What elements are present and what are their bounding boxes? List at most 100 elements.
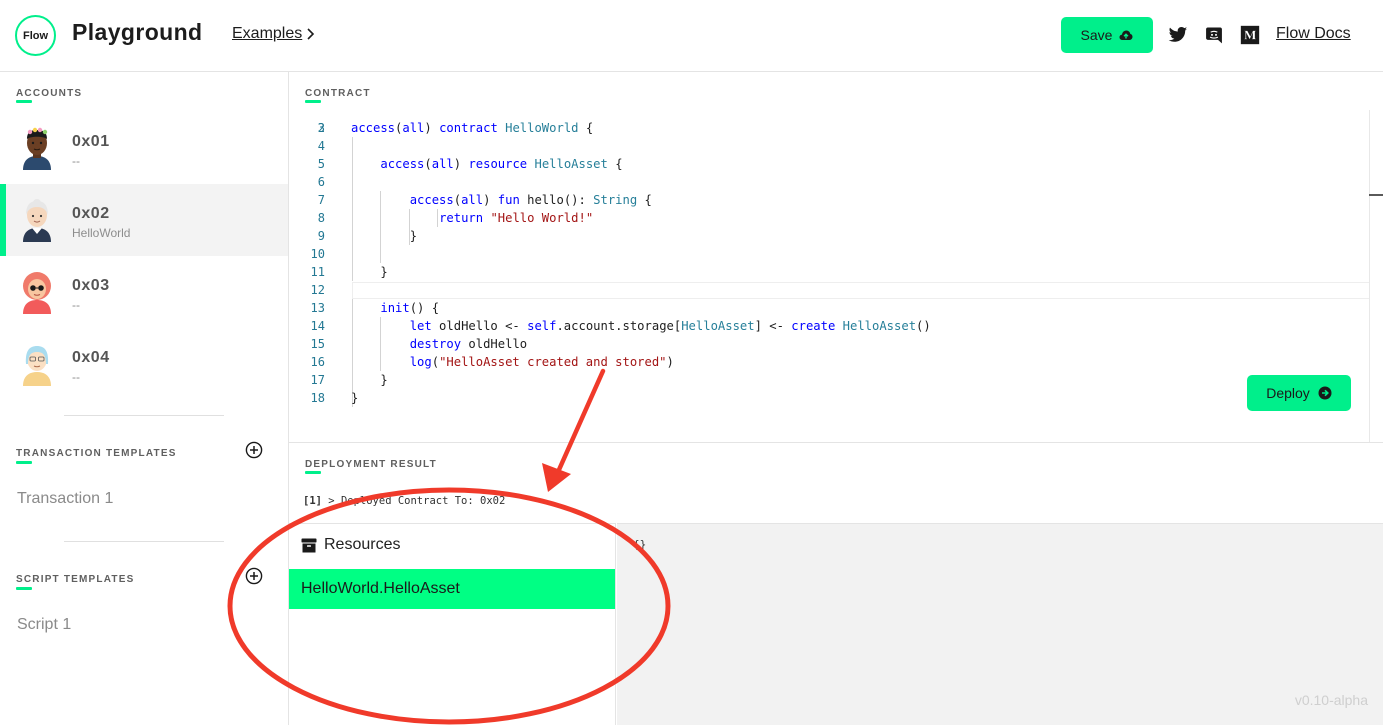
- account-contract: HelloWorld: [72, 226, 131, 240]
- code-line: 12: [289, 281, 1369, 299]
- code-line: 9 }: [289, 227, 1369, 245]
- resources-title: Resources: [324, 536, 401, 553]
- avatar-icon: [23, 272, 51, 314]
- account-address: 0x03: [72, 277, 110, 294]
- selection-indicator: [0, 184, 6, 256]
- add-transaction-icon[interactable]: [245, 441, 263, 459]
- code-line: 7 access(all) fun hello(): String {: [289, 191, 1369, 209]
- avatar-icon: [23, 199, 51, 242]
- code-text: }: [351, 391, 359, 405]
- twitter-icon[interactable]: [1167, 24, 1189, 46]
- code-line: 10: [289, 245, 1369, 263]
- examples-label: Examples: [232, 25, 303, 42]
- code-text: log("HelloAsset created and stored"): [409, 355, 674, 369]
- logo-text: Flow: [22, 29, 49, 42]
- avatar-icon: [23, 127, 51, 170]
- chevron-right-icon: [307, 28, 315, 40]
- code-line: 5 access(all) resource HelloAsset {: [289, 155, 1369, 173]
- code-editor[interactable]: 2 3 access(all) contract HelloWorld { 4 5 a…: [289, 110, 1369, 440]
- account-contract: --: [72, 154, 80, 168]
- top-header: Flow Playground Examples Save Flow Docs: [0, 0, 1383, 72]
- code-text: let oldHello <- self.account.storage[Hel…: [409, 319, 931, 333]
- account-address: 0x04: [72, 349, 110, 366]
- resource-item[interactable]: HelloWorld.HelloAsset: [289, 569, 615, 609]
- code-line: 4: [289, 137, 1369, 155]
- line-number: 18: [310, 391, 325, 405]
- script-templates-label: SCRIPT TEMPLATES: [16, 574, 135, 585]
- resources-panel: Resources HelloWorld.HelloAsset: [289, 523, 616, 725]
- code-text: }: [351, 265, 388, 279]
- resources-header: Resources: [301, 536, 400, 554]
- flow-docs-link[interactable]: Flow Docs: [1276, 25, 1351, 43]
- result-index: [1]: [303, 495, 322, 507]
- medium-icon[interactable]: [1239, 24, 1261, 46]
- line-number: 8: [317, 211, 325, 225]
- accounts-label: ACCOUNTS: [16, 88, 83, 99]
- account-address: 0x01: [72, 133, 110, 150]
- code-text: }: [351, 229, 418, 243]
- code-line: 6: [289, 173, 1369, 191]
- line-number: 16: [310, 355, 325, 369]
- accounts-label-underline: [16, 100, 32, 103]
- storage-value: {}: [633, 538, 647, 551]
- line-number: 7: [317, 193, 325, 207]
- code-text: access(all) resource HelloAsset {: [380, 157, 623, 171]
- code-text: init() {: [380, 301, 440, 315]
- contract-label: CONTRACT: [305, 88, 371, 99]
- account-item-0x03[interactable]: 0x03 --: [0, 256, 288, 328]
- avatar-icon: [23, 346, 51, 386]
- deployment-result-panel: DEPLOYMENT RESULT [1] > Deployed Contrac…: [289, 442, 1383, 523]
- code-line: 14 let oldHello <- self.account.storage[…: [289, 317, 1369, 335]
- line-number: 10: [310, 247, 325, 261]
- deployment-result-underline: [305, 471, 321, 474]
- deployment-result-label: DEPLOYMENT RESULT: [305, 459, 437, 470]
- account-item-0x02[interactable]: 0x02 HelloWorld: [0, 184, 288, 256]
- scrollbar-marker: [1369, 194, 1383, 196]
- editor-scrollbar[interactable]: [1369, 110, 1370, 442]
- line-number: 5: [317, 157, 325, 171]
- account-item-0x01[interactable]: 0x01 --: [0, 112, 288, 184]
- deploy-button[interactable]: Deploy: [1247, 375, 1351, 411]
- save-button[interactable]: Save: [1061, 17, 1153, 53]
- code-line: 15 destroy oldHello: [289, 335, 1369, 353]
- script-template-item[interactable]: Script 1: [17, 616, 71, 634]
- transaction-templates-underline: [16, 461, 32, 464]
- sidebar: ACCOUNTS 0x01 -- 0x02 HelloWorld 0x03 --…: [0, 72, 289, 725]
- transaction-template-item[interactable]: Transaction 1: [17, 490, 113, 508]
- code-text: access(all) fun hello(): String {: [409, 193, 652, 207]
- sidebar-divider: [64, 415, 224, 416]
- line-number: 9: [317, 229, 325, 243]
- code-line: 2: [289, 110, 1369, 135]
- code-line: 11 }: [289, 263, 1369, 281]
- code-line: 16 log("HelloAsset created and stored"): [289, 353, 1369, 371]
- line-number: 6: [317, 175, 325, 189]
- result-message: Deployed Contract To: 0x02: [340, 495, 506, 507]
- version-label: v0.10-alpha: [1294, 692, 1368, 708]
- code-line: 17 }: [289, 371, 1369, 389]
- contract-editor-panel: CONTRACT 2 3 access(all) contract HelloWo…: [289, 72, 1383, 442]
- line-number: 15: [310, 337, 325, 351]
- code-line: 18}: [289, 389, 1369, 407]
- flow-logo[interactable]: Flow: [15, 15, 56, 56]
- account-item-0x04[interactable]: 0x04 --: [0, 328, 288, 400]
- code-text: access(all) contract HelloWorld {: [351, 121, 594, 135]
- transaction-templates-label: TRANSACTION TEMPLATES: [16, 448, 177, 459]
- app-title: Playground: [72, 19, 203, 45]
- save-label: Save: [1080, 27, 1113, 43]
- line-number: 17: [310, 373, 325, 387]
- arrow-circle-right-icon: [1318, 386, 1332, 400]
- discord-icon[interactable]: [1203, 24, 1225, 46]
- account-contract: --: [72, 370, 80, 384]
- account-address: 0x02: [72, 205, 110, 222]
- line-number: 13: [310, 301, 325, 315]
- line-number: 12: [310, 283, 325, 297]
- add-script-icon[interactable]: [245, 567, 263, 585]
- result-prompt: >: [328, 495, 335, 507]
- cloud-upload-icon: [1119, 30, 1133, 40]
- code-line: 13 init() {: [289, 299, 1369, 317]
- line-number: 11: [310, 265, 325, 279]
- line-number: 14: [310, 319, 325, 333]
- code-line: 3 access(all) contract HelloWorld {: [289, 119, 1369, 137]
- line-number: 4: [317, 139, 325, 153]
- examples-link[interactable]: Examples: [232, 25, 316, 43]
